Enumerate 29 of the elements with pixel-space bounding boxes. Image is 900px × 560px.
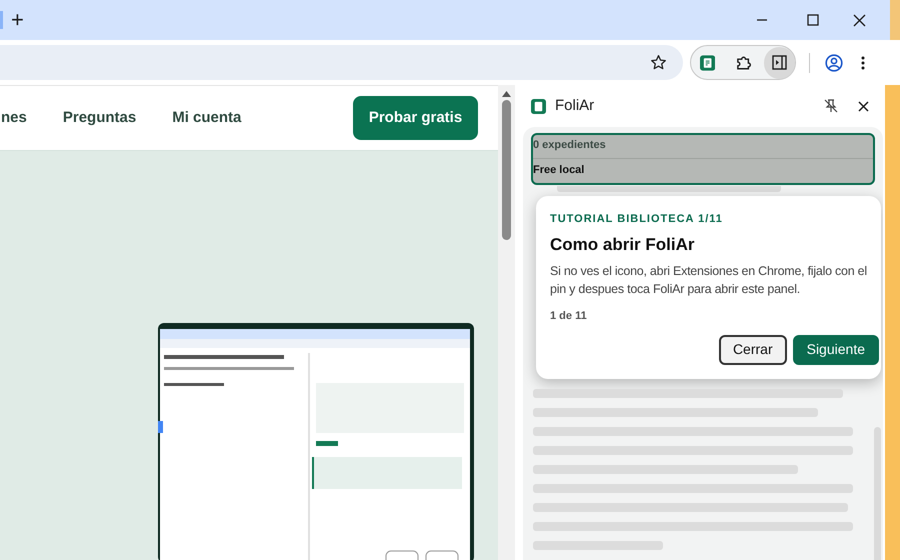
try-free-button[interactable]: Probar gratis [353, 96, 478, 140]
foliar-logo-icon [531, 98, 546, 114]
scroll-up-icon[interactable] [502, 91, 511, 97]
case-count: 0 expedientes [533, 135, 873, 159]
scrollbar-thumb[interactable] [502, 100, 511, 240]
panel-title: FoliAr [555, 96, 594, 116]
next-button[interactable]: Siguiente [792, 334, 879, 364]
tutorial-title: Como abrir FoliAr [550, 234, 696, 256]
nav-link[interactable]: nes [1, 106, 27, 130]
side-panel-icon [772, 55, 788, 70]
close-tour-button[interactable]: Cerrar [718, 334, 787, 364]
nav-link[interactable]: Mi cuenta [172, 106, 242, 130]
unpin-icon[interactable] [824, 99, 838, 113]
tutorial-body: Si no ves el icono, abri Extensiones en Chrome, fijalo con el pin y despues toca FoliAr para abrir este panel. [550, 263, 867, 298]
close-icon[interactable] [853, 14, 866, 26]
plan-label: Free local [533, 163, 586, 178]
foliar-extension-icon[interactable] [700, 54, 716, 70]
menu-icon[interactable] [861, 56, 865, 70]
profile-icon[interactable] [825, 54, 843, 72]
new-tab-button[interactable]: + [11, 9, 24, 31]
desktop-edge [890, 0, 900, 40]
maximize-icon[interactable] [807, 14, 819, 26]
bookmark-star-icon[interactable] [650, 54, 667, 71]
step-counter: 1 de 11 [550, 309, 588, 324]
side-panel-button[interactable] [764, 46, 795, 78]
close-panel-icon[interactable] [858, 100, 869, 112]
nav-link[interactable]: Preguntas [62, 106, 136, 130]
puzzle-piece-icon[interactable] [735, 54, 752, 72]
tutorial-step-label: TUTORIAL BIBLIOTECA 1/11 [550, 212, 724, 227]
